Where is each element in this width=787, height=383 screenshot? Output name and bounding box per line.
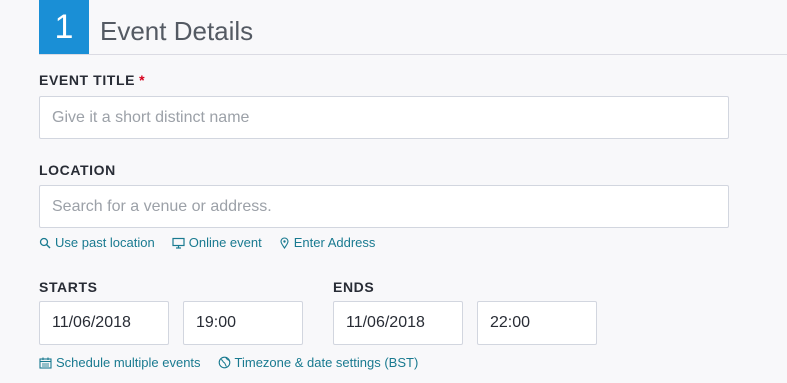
location-search-input[interactable] — [39, 185, 729, 228]
use-past-location-link[interactable]: Use past location — [39, 235, 155, 250]
starts-label: STARTS — [39, 279, 98, 295]
end-date-input[interactable] — [333, 301, 463, 345]
online-event-link[interactable]: Online event — [172, 235, 262, 250]
map-pin-icon — [280, 236, 289, 249]
enter-address-label: Enter Address — [293, 235, 376, 250]
event-title-label-text: EVENT TITLE — [39, 72, 136, 88]
schedule-multiple-events-link[interactable]: Schedule multiple events — [39, 355, 201, 370]
use-past-location-label: Use past location — [55, 235, 155, 250]
ends-label: ENDS — [333, 279, 375, 295]
section-title: Event Details — [100, 15, 254, 46]
step-number-badge: 1 — [39, 0, 89, 54]
start-date-input[interactable] — [39, 301, 169, 345]
location-links: Use past location Online event Enter Add… — [39, 235, 392, 250]
location-label: LOCATION — [39, 162, 116, 178]
start-time-input[interactable] — [183, 301, 303, 345]
timezone-settings-link[interactable]: Timezone & date settings (BST) — [218, 355, 419, 370]
search-icon — [39, 237, 51, 248]
enter-address-link[interactable]: Enter Address — [279, 235, 376, 250]
online-event-label: Online event — [188, 235, 262, 250]
required-mark: * — [139, 72, 146, 88]
timezone-settings-label: Timezone & date settings (BST) — [234, 355, 419, 370]
end-time-input[interactable] — [477, 301, 597, 345]
globe-icon — [218, 356, 230, 369]
schedule-links: Schedule multiple events Timezone & date… — [39, 355, 435, 370]
event-title-label: EVENT TITLE * — [39, 72, 145, 88]
monitor-icon — [172, 237, 185, 249]
event-title-input[interactable] — [39, 96, 729, 139]
calendar-icon — [39, 357, 52, 369]
schedule-multiple-events-label: Schedule multiple events — [56, 355, 201, 370]
section-header: 1 Event Details — [39, 0, 787, 55]
